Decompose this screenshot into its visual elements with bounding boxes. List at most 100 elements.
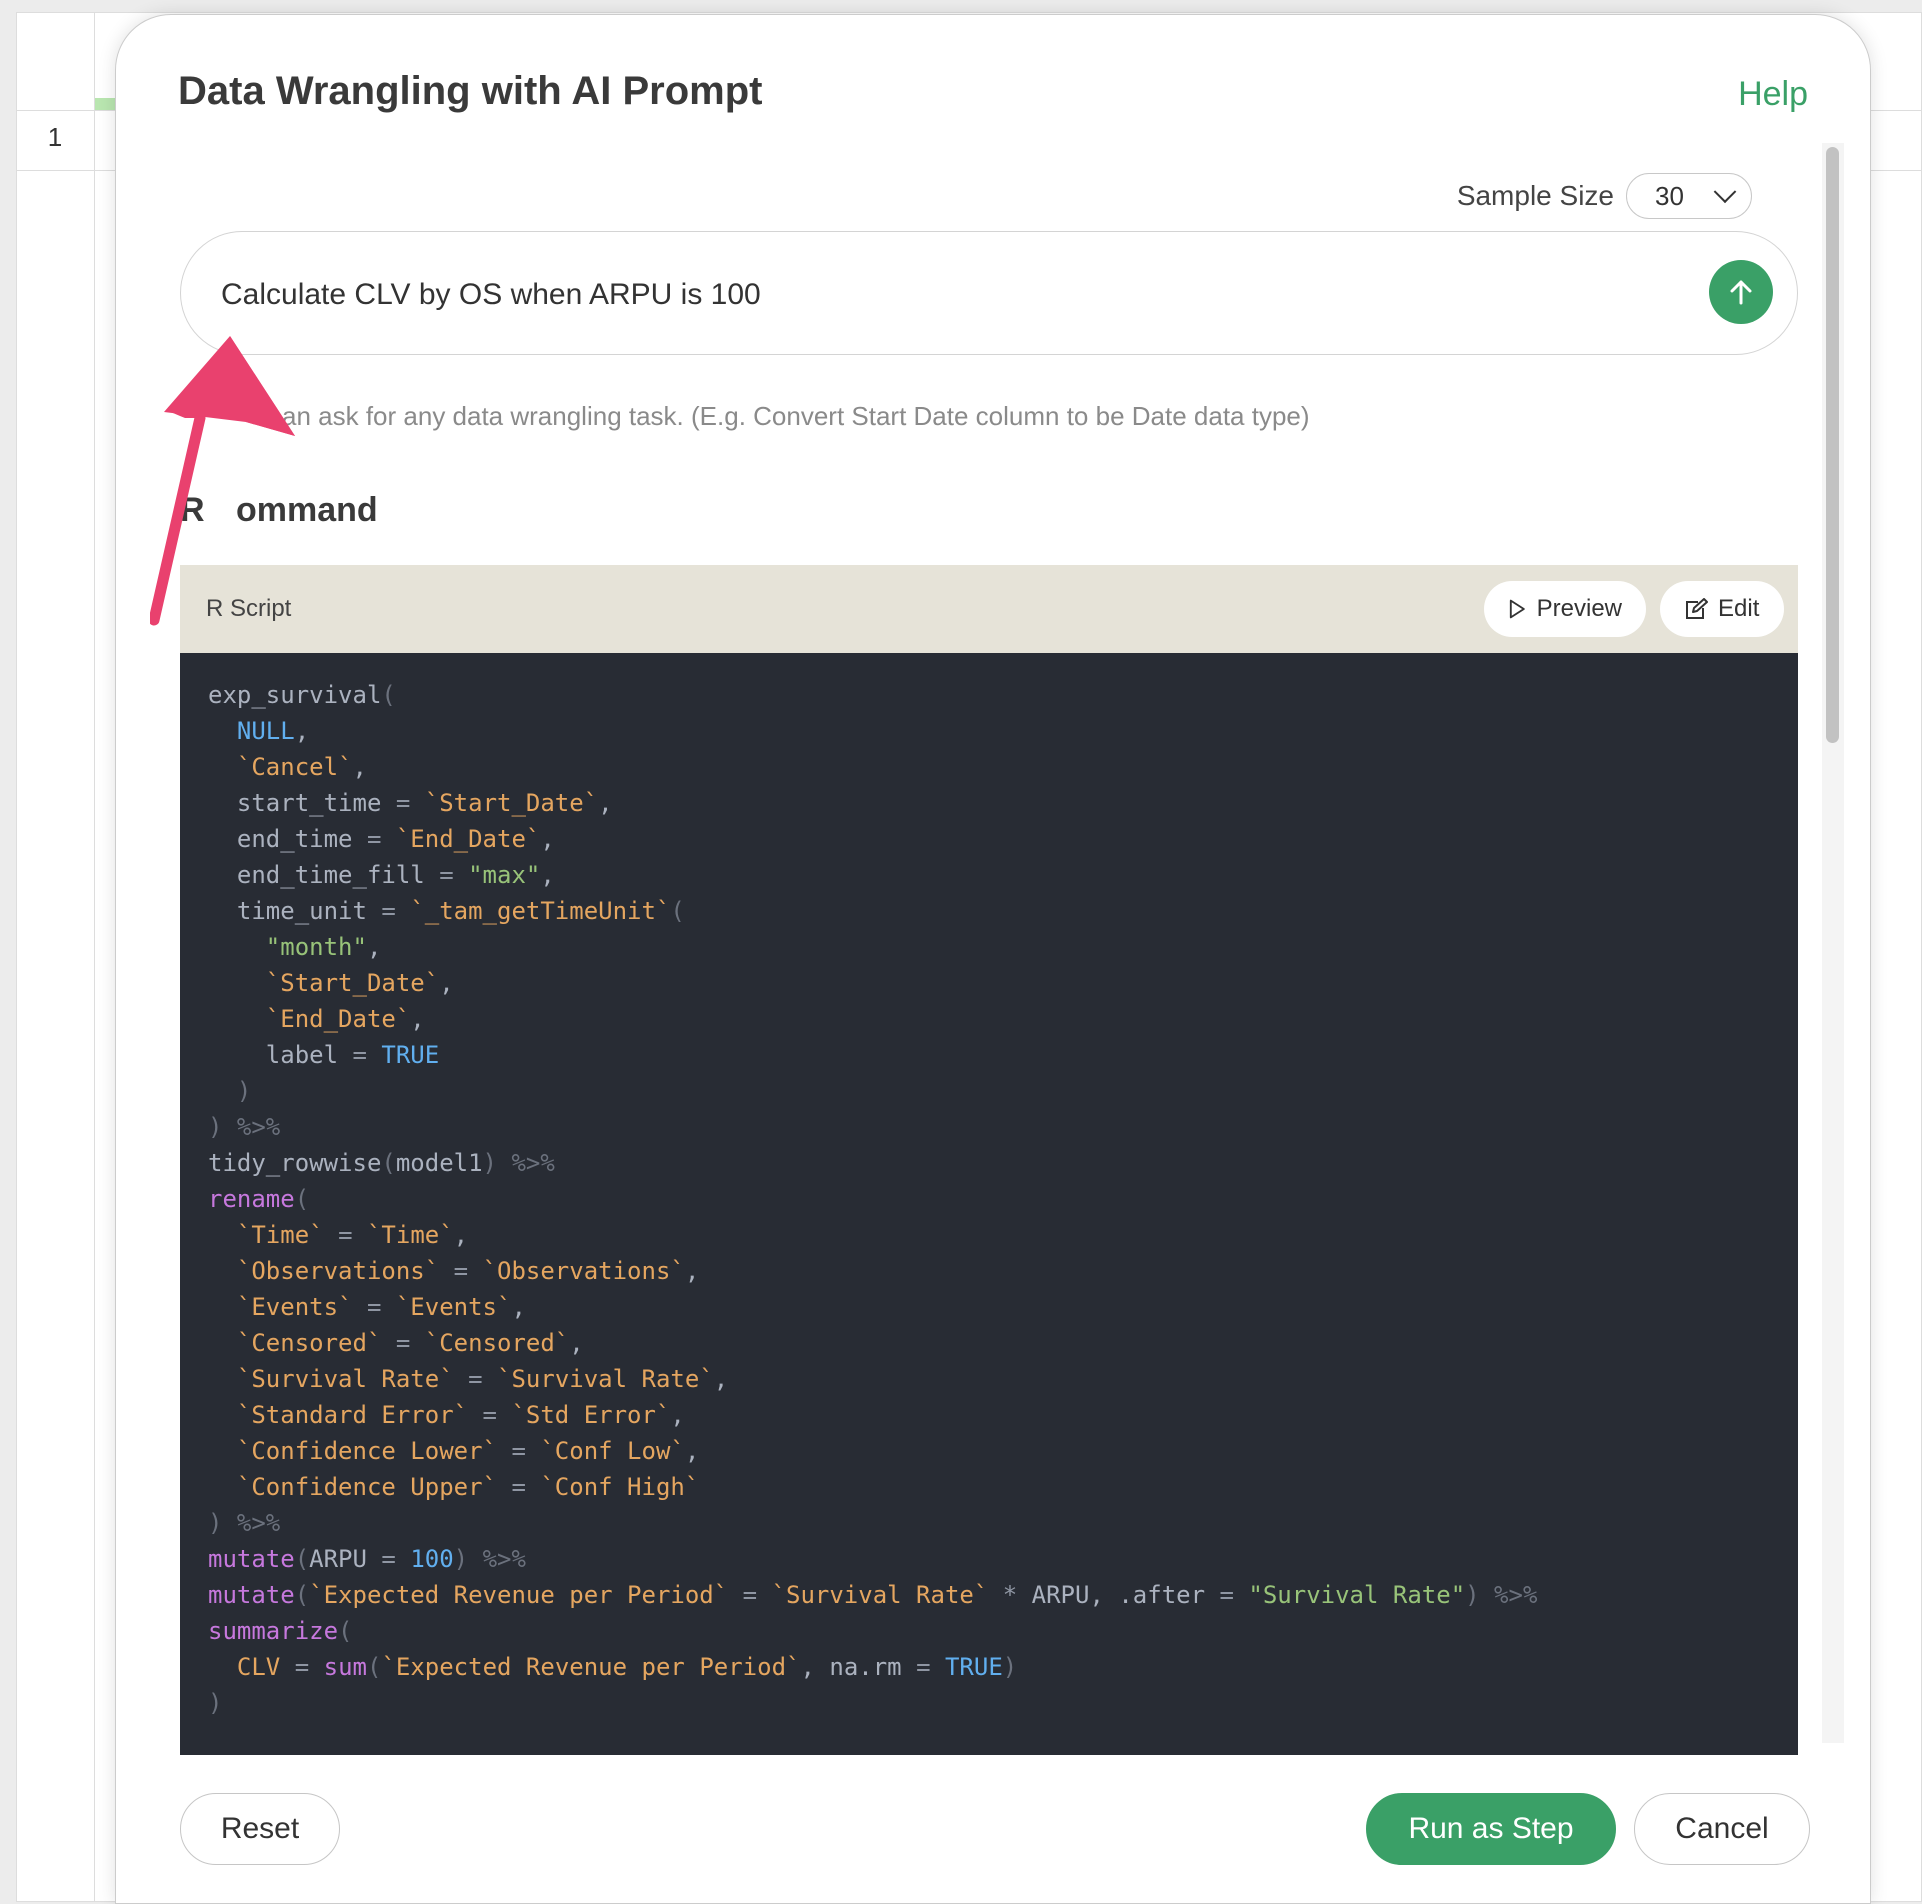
code-token: CLV bbox=[236, 1653, 281, 1681]
edit-button[interactable]: Edit bbox=[1660, 581, 1784, 637]
sample-size-control: Sample Size 30 bbox=[1457, 173, 1752, 219]
code-token: `_tam_getTimeUnit` bbox=[410, 897, 671, 925]
cancel-button[interactable]: Cancel bbox=[1634, 1793, 1810, 1865]
help-link[interactable]: Help bbox=[1738, 75, 1808, 114]
code-token: = bbox=[482, 1401, 497, 1429]
code-token: ) %>% bbox=[1465, 1581, 1538, 1609]
code-token: , bbox=[410, 1005, 425, 1033]
code-line: mutate(`Expected Revenue per Period` = `… bbox=[208, 1581, 1537, 1609]
send-button[interactable] bbox=[1709, 260, 1773, 324]
code-token: , bbox=[684, 1437, 700, 1465]
arrow-up-icon bbox=[1730, 280, 1752, 305]
code-line: start_time = `Start_Date`, bbox=[208, 789, 613, 817]
code-token: ARPU, .after bbox=[1017, 1581, 1220, 1609]
code-token: = bbox=[468, 1365, 483, 1393]
code-token: = bbox=[395, 1329, 411, 1357]
code-token: ) %>% bbox=[208, 1509, 281, 1537]
code-token: ( bbox=[381, 681, 396, 709]
code-token: , bbox=[352, 753, 367, 781]
code-token: `Censored` bbox=[424, 1329, 570, 1357]
reset-button[interactable]: Reset bbox=[180, 1793, 340, 1865]
code-token: `Events` bbox=[236, 1293, 353, 1321]
code-token: `Start_Date` bbox=[265, 969, 440, 997]
code-token: = bbox=[453, 1257, 469, 1285]
code-token: mutate bbox=[208, 1581, 295, 1609]
code-token: `Time` bbox=[236, 1221, 324, 1249]
prompt-input[interactable]: Calculate CLV by OS when ARPU is 100 bbox=[180, 231, 1798, 355]
code-line: label = TRUE bbox=[208, 1041, 439, 1069]
annotation-arrow-icon bbox=[150, 336, 295, 626]
code-token: `Start_Date` bbox=[424, 789, 599, 817]
edit-label: Edit bbox=[1718, 595, 1760, 622]
code-token: `Expected Revenue per Period` bbox=[381, 1653, 801, 1681]
chevron-down-icon bbox=[1713, 180, 1737, 204]
code-line: "month", bbox=[208, 933, 382, 961]
code-line: end_time_fill = "max", bbox=[208, 861, 555, 889]
code-line: end_time = `End_Date`, bbox=[208, 825, 555, 853]
preview-button[interactable]: Preview bbox=[1484, 581, 1646, 637]
code-line: exp_survival( bbox=[208, 681, 396, 709]
code-token: `End_Date` bbox=[265, 1005, 411, 1033]
code-line: `Events` = `Events`, bbox=[208, 1293, 526, 1321]
code-line: `Confidence Upper` = `Conf High` bbox=[208, 1473, 699, 1501]
code-token: ) bbox=[236, 1077, 252, 1105]
code-token: = bbox=[338, 1221, 353, 1249]
code-token: = bbox=[294, 1653, 310, 1681]
code-token: ( bbox=[294, 1185, 310, 1213]
code-token: ( bbox=[381, 1149, 396, 1177]
code-line: NULL, bbox=[208, 717, 309, 745]
code-line: summarize( bbox=[208, 1617, 353, 1645]
code-line: ) bbox=[208, 1689, 222, 1717]
code-line: `Confidence Lower` = `Conf Low`, bbox=[208, 1437, 699, 1465]
code-token: `Events` bbox=[395, 1293, 512, 1321]
code-token: , bbox=[511, 1293, 526, 1321]
code-token: tidy_rowwise bbox=[208, 1149, 382, 1177]
run-as-step-button[interactable]: Run as Step bbox=[1366, 1793, 1616, 1865]
code-token: `Observations` bbox=[482, 1257, 685, 1285]
code-token: , bbox=[569, 1329, 584, 1357]
code-token: ( bbox=[338, 1617, 353, 1645]
code-line: `Censored` = `Censored`, bbox=[208, 1329, 584, 1357]
sample-size-select[interactable]: 30 bbox=[1626, 173, 1752, 219]
code-line: ) bbox=[208, 1077, 251, 1105]
code-token: , bbox=[670, 1401, 685, 1429]
code-token: ARPU bbox=[309, 1545, 382, 1573]
code-token: ( bbox=[294, 1545, 310, 1573]
scrollbar-thumb[interactable] bbox=[1826, 147, 1839, 743]
code-token: = bbox=[366, 825, 382, 853]
code-token: exp_survival bbox=[208, 681, 382, 709]
code-token: `Confidence Lower` bbox=[236, 1437, 497, 1465]
code-token: start_time bbox=[236, 789, 396, 817]
code-token: model1 bbox=[395, 1149, 483, 1177]
code-line: ) %>% bbox=[208, 1113, 280, 1141]
code-token: = bbox=[742, 1581, 758, 1609]
